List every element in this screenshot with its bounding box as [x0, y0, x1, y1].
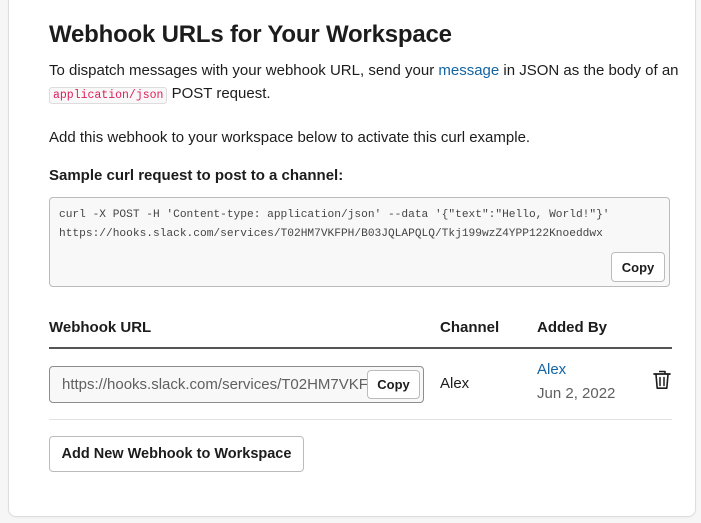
inline-code-content-type: application/json — [49, 87, 168, 104]
curl-code-text: curl -X POST -H 'Content-type: applicati… — [59, 209, 617, 240]
page-title: Webhook URLs for Your Workspace — [49, 21, 452, 48]
add-new-webhook-button[interactable]: Add New Webhook to Workspace — [49, 436, 304, 472]
delete-webhook-button[interactable] — [651, 369, 673, 391]
webhook-settings-card: Webhook URLs for Your Workspace To dispa… — [8, 0, 696, 517]
webhook-url-input[interactable] — [62, 367, 368, 402]
intro-text-part1: To dispatch messages with your webhook U… — [49, 62, 439, 79]
column-header-added-by: Added By — [537, 319, 608, 336]
intro-text-part2: in JSON as the body of an — [499, 62, 679, 79]
message-link[interactable]: message — [438, 62, 499, 79]
column-header-channel: Channel — [440, 319, 500, 336]
column-header-webhook-url: Webhook URL — [49, 319, 152, 336]
sample-curl-heading: Sample curl request to post to a channel… — [49, 167, 344, 184]
intro-text-part3: POST request. — [167, 85, 271, 102]
added-by-user-link[interactable]: Alex — [537, 361, 566, 378]
trash-icon — [653, 370, 671, 393]
copy-webhook-url-button[interactable]: Copy — [367, 370, 420, 399]
added-date: Jun 2, 2022 — [537, 385, 616, 402]
channel-cell: Alex — [440, 375, 470, 392]
copy-curl-button[interactable]: Copy — [611, 252, 665, 282]
table-header-divider — [49, 347, 672, 349]
webhook-url-field: Copy — [49, 366, 424, 403]
table-row-divider — [49, 419, 672, 420]
activation-note: Add this webhook to your workspace below… — [49, 129, 531, 146]
intro-paragraph: To dispatch messages with your webhook U… — [49, 59, 679, 107]
curl-code-block: curl -X POST -H 'Content-type: applicati… — [49, 197, 670, 287]
